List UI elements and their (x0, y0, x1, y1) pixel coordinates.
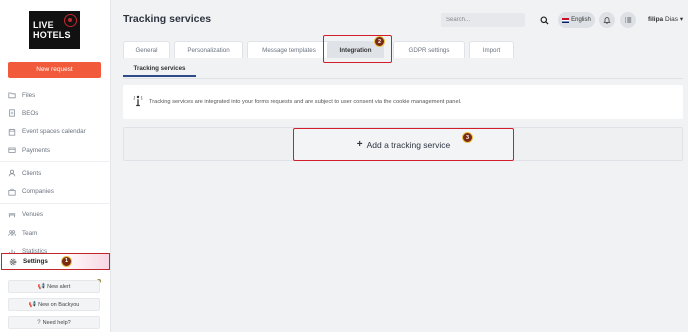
sidebar: LIVE HOTELS New request Files BEOs Event… (0, 0, 111, 332)
help-icon: ? (37, 319, 41, 326)
page-title: Tracking services (123, 13, 212, 25)
sidebar-item-label: BEOs (22, 109, 39, 117)
payment-icon (8, 146, 16, 154)
user-last-name: Dias (664, 16, 678, 23)
new-on-backyou-label: New on Backyou (38, 301, 80, 308)
sidebar-divider (0, 161, 111, 163)
chevron-down-icon: ▾ (679, 16, 684, 23)
notifications-button[interactable] (599, 12, 615, 28)
user-menu[interactable]: filipa Dias ▾ (648, 15, 683, 23)
language-label: English (571, 17, 591, 23)
step-badge-2: 2 (374, 36, 385, 47)
new-on-backyou-button[interactable]: 📢 New on Backyou (8, 298, 100, 311)
integration-tab-highlight: 2 (323, 35, 392, 63)
logo-mark-icon (64, 14, 77, 27)
gear-icon (9, 258, 17, 266)
sidebar-item-label: Event spaces calendar (22, 128, 86, 136)
sidebar-item-label: Team (22, 229, 38, 237)
clients-icon (8, 169, 16, 177)
folder-icon (8, 91, 16, 99)
sidebar-item-label: Payments (22, 146, 50, 154)
info-icon (133, 95, 143, 109)
calendar-icon (8, 128, 16, 136)
user-first-name: filipa (648, 16, 664, 23)
info-banner: Tracking services are integrated into yo… (123, 85, 683, 119)
add-tracking-service-label: Add a tracking service (366, 139, 451, 150)
bell-icon (603, 17, 611, 24)
tab-gdpr-settings[interactable]: GDPR settings (393, 41, 465, 58)
main-content: Tracking services English filipa Dias ▾ … (111, 0, 688, 332)
new-request-button[interactable]: New request (8, 62, 101, 78)
need-help-label: Need help? (42, 319, 71, 326)
uk-flag-icon (562, 17, 570, 23)
sidebar-item-payments[interactable]: Payments (0, 141, 111, 159)
sidebar-item-clients[interactable]: Clients (0, 164, 111, 182)
subtab-tracking-services[interactable]: Tracking services (123, 61, 196, 77)
need-help-button[interactable]: ? Need help? (8, 316, 100, 329)
sidebar-item-event-spaces-calendar[interactable]: Event spaces calendar (0, 123, 111, 141)
sidebar-item-label: Companies (22, 188, 54, 196)
sidebar-item-venues[interactable]: Venues (0, 206, 111, 224)
live-hotels-logo[interactable]: LIVE HOTELS (29, 11, 80, 49)
sidebar-item-beos[interactable]: BEOs (0, 104, 111, 122)
search-icon (539, 15, 549, 25)
sidebar-item-label: Files (22, 91, 36, 99)
step-badge-1: 1 (61, 255, 72, 267)
document-icon (8, 109, 16, 118)
tab-message-templates[interactable]: Message templates (247, 41, 331, 58)
sidebar-nav: Files BEOs Event spaces calendar Payment… (0, 86, 111, 261)
tab-general[interactable]: General (123, 41, 170, 58)
venues-icon (8, 211, 16, 219)
sidebar-item-team[interactable]: Team (0, 224, 111, 242)
new-alert-label: New alert (47, 283, 71, 290)
language-selector[interactable]: English (558, 12, 595, 28)
megaphone-icon: 📢 (28, 302, 37, 308)
sidebar-item-label: Settings (23, 258, 48, 265)
sidebar-item-label: Venues (22, 211, 44, 219)
info-text: Tracking services are integrated into yo… (149, 99, 462, 105)
team-icon (8, 229, 16, 237)
search-input[interactable] (441, 13, 525, 27)
sidebar-divider (0, 202, 111, 204)
list-icon (625, 17, 632, 23)
sidebar-item-label: Clients (22, 169, 42, 177)
tasks-button[interactable] (620, 12, 636, 28)
search-button[interactable] (537, 13, 551, 27)
megaphone-icon: 📢 (37, 284, 46, 290)
logo-line2: HOTELS (33, 30, 71, 40)
tab-import[interactable]: Import (469, 41, 514, 58)
sidebar-item-settings[interactable]: Settings 1 (1, 253, 110, 270)
add-tracking-service-button[interactable]: + Add a tracking service 3 (293, 128, 514, 161)
subtab-divider (123, 78, 683, 79)
sidebar-item-files[interactable]: Files (0, 86, 111, 104)
companies-icon (8, 188, 16, 196)
sidebar-item-companies[interactable]: Companies (0, 182, 111, 200)
step-badge-3: 3 (462, 132, 473, 143)
new-alert-button[interactable]: 📢 New alert (8, 280, 100, 293)
tab-personalization[interactable]: Personalization (174, 41, 243, 58)
plus-icon: + (356, 139, 363, 150)
